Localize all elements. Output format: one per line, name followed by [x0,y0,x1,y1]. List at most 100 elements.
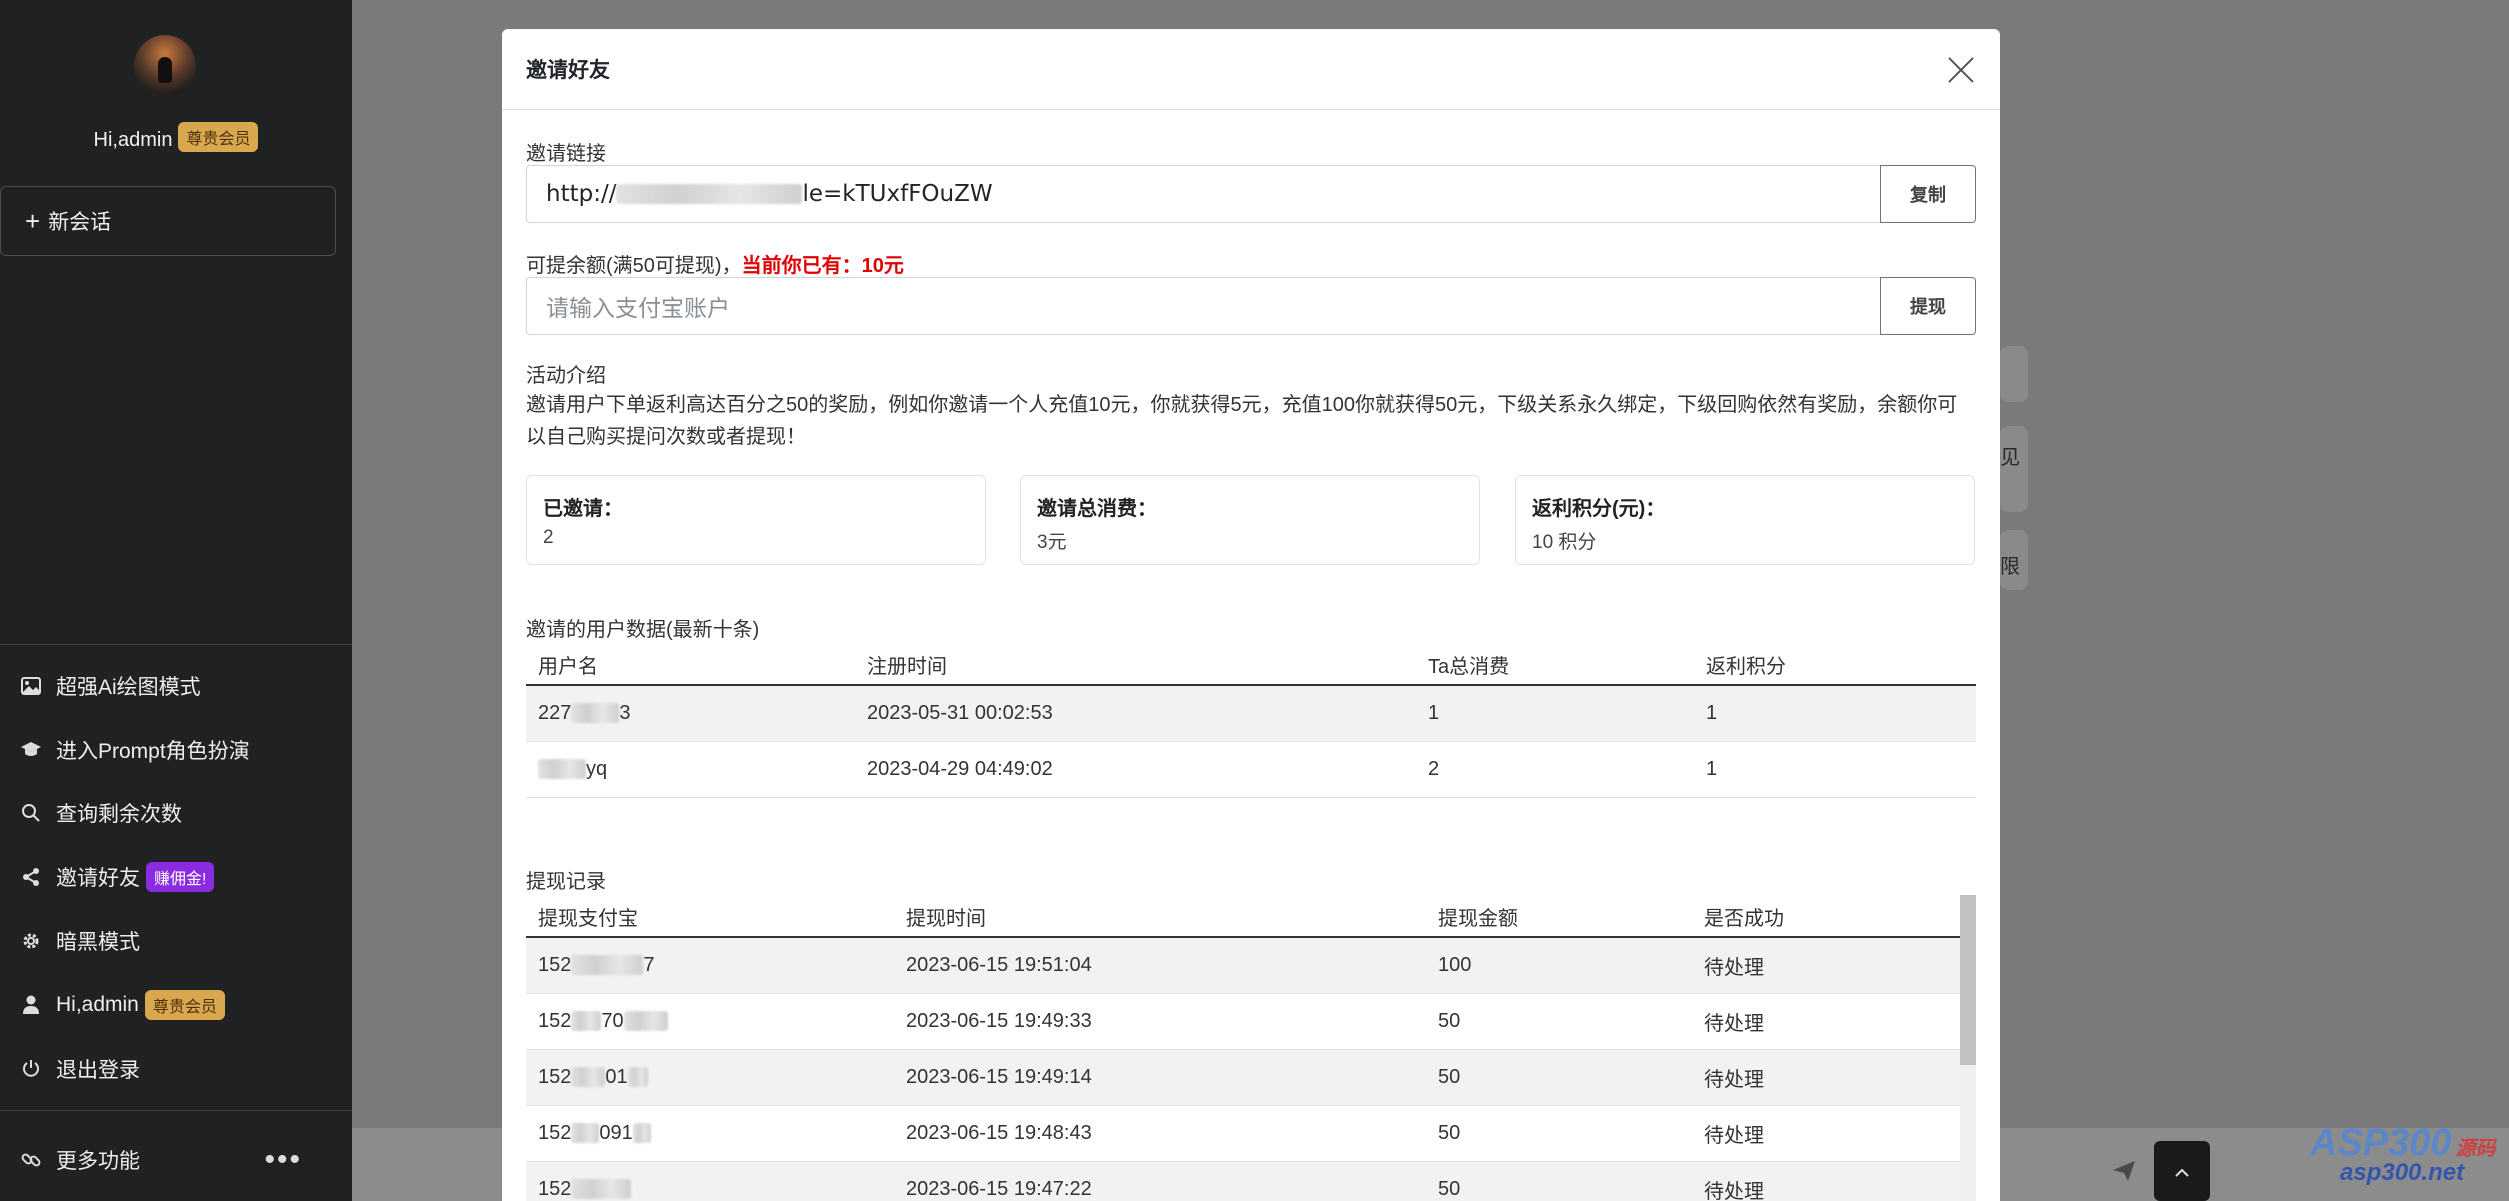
invited-users-table: 用户名 注册时间 Ta总消费 返利积分 227 3 2023-05-31 00:0… [526,645,1976,798]
divider [0,644,352,645]
withdraw-status-cell: 待处理 [1692,1161,1960,1201]
watermark-logo: ASP300 源码 asp300.net [2310,1122,2496,1187]
menu-item-ai-drawing[interactable]: 超强Ai绘图模式 [20,668,201,704]
image-icon [20,675,42,697]
more-options-icon[interactable]: ••• [264,1143,302,1177]
withdraw-amount-cell: 50 [1426,1049,1692,1106]
graduation-cap-icon [20,739,42,761]
menu-label: 暗黑模式 [56,931,140,954]
invite-link-prefix: http:// [546,181,617,207]
redacted-text [571,955,644,976]
alipay-account-cell: 152 091 [526,1105,894,1162]
power-icon [20,1058,42,1080]
close-icon[interactable] [1946,55,1976,85]
more-features-button[interactable]: 更多功能 [20,1142,140,1178]
rebate-points-cell: 1 [1694,685,1976,742]
stat-title: 已邀请： [543,498,623,520]
table-row: 152 01 2023-06-15 19:49:14 50 待处理 [526,1049,1960,1106]
withdraw-time-cell: 2023-06-15 19:51:04 [894,937,1426,994]
stat-title: 返利积分(元)： [1532,498,1666,520]
table-row: yq 2023-04-29 04:49:02 2 1 [526,741,1976,798]
alipay-account-cell: 152 01 [526,1049,894,1106]
balance-rule: 可提余额(满50可提现)， [526,255,742,277]
vip-badge: 尊贵会员 [144,990,225,1020]
alipay-account-cell: 152 [526,1161,894,1201]
scroll-top-button[interactable] [2154,1141,2210,1201]
withdraw-button[interactable]: 提现 [1880,277,1976,335]
menu-item-logout[interactable]: 退出登录 [20,1051,140,1087]
withdraw-amount-cell: 50 [1426,1105,1692,1162]
divider [0,1110,352,1111]
column-header: 用户名 [526,645,855,686]
column-header: 提现支付宝 [526,897,894,938]
register-time-cell: 2023-05-31 00:02:53 [855,685,1416,742]
new-chat-label: 新会话 [48,211,112,234]
menu-item-prompt-role[interactable]: 进入Prompt角色扮演 [20,732,250,768]
watermark-domain: asp300.net [2340,1159,2465,1186]
alipay-account-input[interactable]: 请输入支付宝账户 [526,277,1880,335]
menu-label: 更多功能 [56,1150,140,1173]
greeting-text: Hi,admin [93,129,173,151]
avatar[interactable] [134,35,196,97]
redacted-text [616,184,803,204]
withdraw-group: 请输入支付宝账户 提现 [526,277,1976,335]
alipay-account-cell: 152 70 [526,993,894,1050]
column-header: 返利积分 [1694,645,1976,686]
redacted-text [571,1123,600,1144]
redacted-text [623,1011,668,1032]
sidebar: Hi,admin 尊贵会员 + 新会话 超强Ai绘图模式 进入Prompt角色扮演… [0,0,352,1201]
modal-header: 邀请好友 [502,29,2000,110]
invite-link-field[interactable]: http:// le=kTUxfFOuZW [526,165,1880,223]
redacted-text [571,1179,632,1200]
balance-current: 当前你已有：10元 [741,255,904,277]
alipay-account-cell: 152 7 [526,937,894,994]
chevron-up-icon [2175,1158,2189,1184]
rebate-points-cell: 1 [1694,741,1976,798]
intro-title: 活动介绍 [526,365,606,387]
menu-item-dark-mode[interactable]: 暗黑模式 [20,923,140,959]
withdraw-time-cell: 2023-06-15 19:49:14 [894,1049,1426,1106]
total-spend-cell: 1 [1416,685,1694,742]
send-icon[interactable] [2112,1160,2136,1187]
intro-text: 邀请用户下单返利高达百分之50的奖励，例如你邀请一个人充值10元，你就获得5元，… [526,394,1958,448]
withdraw-amount-cell: 50 [1426,993,1692,1050]
watermark-brand: ASP300 [2310,1122,2452,1164]
column-header: Ta总消费 [1416,645,1694,686]
total-spend-cell: 2 [1416,741,1694,798]
redacted-text [571,703,620,724]
copy-button[interactable]: 复制 [1880,165,1976,223]
column-header: 提现时间 [894,897,1426,938]
invite-friends-modal: 邀请好友 邀请链接 http:// le=kTUxfFOuZW 复制 可提余额(满… [502,29,2000,1201]
withdraw-time-cell: 2023-06-15 19:49:33 [894,993,1426,1050]
invite-link-label: 邀请链接 [526,143,606,165]
withdraw-records-table: 提现支付宝 提现时间 提现金额 是否成功 152 7 2023-06-15 19:… [526,897,1960,1201]
withdraw-amount-cell: 50 [1426,1161,1692,1201]
menu-item-invite-friends[interactable]: 邀请好友 赚佣金! [20,859,215,895]
table-row: 152 091 2023-06-15 19:48:43 50 待处理 [526,1105,1960,1162]
scrollbar-thumb[interactable] [1960,895,1976,1065]
redacted-text [538,759,586,780]
menu-label: Hi,admin [56,993,139,1016]
menu-label: 进入Prompt角色扮演 [56,740,250,763]
stat-value: 10 积分 [1532,532,1597,553]
stat-value: 3元 [1037,532,1067,553]
withdraw-amount-cell: 100 [1426,937,1692,994]
background-text: 限 [2000,556,2020,578]
redacted-text [627,1067,648,1088]
stat-card-invited: 已邀请： 2 [526,475,986,565]
username-cell: yq [526,741,855,798]
vip-badge: 尊贵会员 [178,122,259,152]
redacted-text [571,1067,606,1088]
watermark-suffix: 源码 [2455,1138,2496,1160]
commission-badge: 赚佣金! [146,862,215,892]
new-chat-button[interactable]: + 新会话 [0,186,336,256]
stat-title: 邀请总消费： [1037,498,1157,520]
menu-item-user[interactable]: Hi,admin 尊贵会员 [20,987,225,1023]
register-time-cell: 2023-04-29 04:49:02 [855,741,1416,798]
menu-item-query-remaining[interactable]: 查询剩余次数 [20,795,182,831]
withdraw-table-title: 提现记录 [526,871,606,893]
balance-label: 可提余额(满50可提现)，当前你已有：10元 [526,249,904,278]
table-row: 152 2023-06-15 19:47:22 50 待处理 [526,1161,1960,1201]
table-row: 227 3 2023-05-31 00:02:53 1 1 [526,685,1976,742]
column-header: 是否成功 [1692,897,1960,938]
